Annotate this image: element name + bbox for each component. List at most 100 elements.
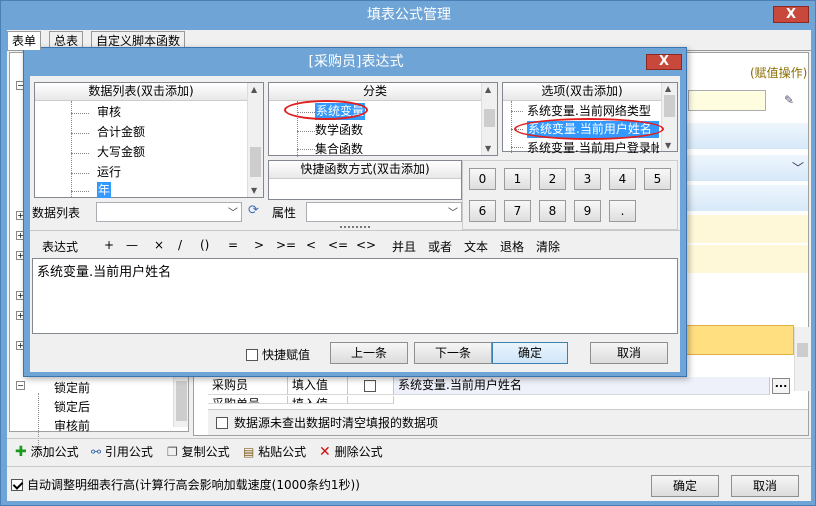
data-list-scrollbar[interactable]: ▲ ▼ xyxy=(247,83,263,197)
op-multiply[interactable]: × xyxy=(154,238,164,252)
numpad-7[interactable]: 7 xyxy=(504,200,531,222)
numpad-3[interactable]: 3 xyxy=(574,168,601,190)
grid-ellipsis-button[interactable]: ... xyxy=(772,378,790,394)
expression-textarea[interactable]: 系统变量.当前用户姓名 xyxy=(32,258,678,334)
grid-value-cell[interactable]: 系统变量.当前用户姓名 xyxy=(394,377,770,395)
grid-name-cell[interactable]: 采购单号 xyxy=(208,396,288,404)
tree-expander[interactable]: − xyxy=(16,381,25,390)
clear-option-checkbox[interactable] xyxy=(216,416,228,429)
main-cancel-button[interactable]: 取消 xyxy=(731,475,799,497)
op-less[interactable]: < xyxy=(306,238,316,252)
expression-label: 表达式 xyxy=(42,240,79,254)
window-title: 填表公式管理 xyxy=(367,7,451,23)
copy-icon: ❐ xyxy=(167,445,178,459)
next-button[interactable]: 下一条 xyxy=(414,342,492,364)
options-scrollbar[interactable]: ▲ ▼ xyxy=(661,83,677,151)
numpad-dot[interactable]: . xyxy=(609,200,636,222)
data-list-item[interactable]: 运行 xyxy=(97,163,121,181)
op-parens[interactable]: () xyxy=(200,238,209,252)
options-header: 选项(双击添加) xyxy=(503,83,661,101)
numpad-5[interactable]: 5 xyxy=(644,168,671,190)
ref-formula-button[interactable]: ⚯ 引用公式 xyxy=(91,443,153,460)
quick-assign-checkbox[interactable] xyxy=(246,348,258,361)
grid-type-cell[interactable]: 填入值 xyxy=(288,377,348,395)
window-close-button[interactable]: X xyxy=(773,6,809,23)
category-box: 分类 系统变量 数学函数 集合函数 ▲ ▼ xyxy=(268,82,498,158)
shortcut-box: 快捷函数方式(双击添加) xyxy=(268,160,462,200)
quick-assign-label: 快捷赋值 xyxy=(262,348,311,362)
op-greater[interactable]: > xyxy=(254,238,264,252)
delete-icon: ✕ xyxy=(319,444,331,460)
numpad-8[interactable]: 8 xyxy=(539,200,566,222)
paste-formula-button[interactable]: ▤ 粘贴公式 xyxy=(243,443,306,460)
op-minus[interactable]: — xyxy=(126,238,138,252)
dialog-title: [采购员]表达式 xyxy=(308,54,404,70)
property-combo[interactable] xyxy=(306,202,462,222)
data-list-combo[interactable] xyxy=(96,202,242,222)
category-highlight-ellipse xyxy=(284,100,368,120)
op-divide[interactable]: / xyxy=(178,238,182,252)
op-plus[interactable]: + xyxy=(104,238,114,252)
tab-form[interactable]: 表单 xyxy=(7,31,42,50)
option-item[interactable]: 系统变量.当前用户登录帐 xyxy=(527,139,659,157)
numpad-6[interactable]: 6 xyxy=(469,200,496,222)
clear-option-label: 数据源未查出数据时清空填报的数据项 xyxy=(234,416,439,430)
op-text[interactable]: 文本 xyxy=(464,238,488,255)
copy-formula-button[interactable]: ❐ 复制公式 xyxy=(167,443,230,460)
prev-button[interactable]: 上一条 xyxy=(330,342,408,364)
dialog-cancel-button[interactable]: 取消 xyxy=(590,342,668,364)
category-scrollbar[interactable]: ▲ ▼ xyxy=(481,83,497,155)
data-list-header: 数据列表(双击添加) xyxy=(35,83,247,101)
data-list-item[interactable]: 审核 xyxy=(97,103,121,121)
dialog-close-button[interactable]: X xyxy=(646,54,682,70)
auto-adjust-label: 自动调整明细表行高(计算行高会影响加载速度(1000条约1秒)) xyxy=(27,478,360,492)
assign-op-label: (赋值操作) xyxy=(750,66,808,80)
expression-dialog: [采购员]表达式 X 数据列表(双击添加) 审核 合计金额 大写金额 运行 年 … xyxy=(23,47,687,377)
assign-input[interactable] xyxy=(688,90,766,111)
dialog-ok-button[interactable]: 确定 xyxy=(492,342,568,364)
plus-icon: ✚ xyxy=(15,444,27,460)
search-icon[interactable]: ⟳ xyxy=(248,203,259,218)
grid-check-cell[interactable] xyxy=(348,377,394,395)
tree-item[interactable]: 锁定前 xyxy=(54,379,90,397)
link-icon: ⚯ xyxy=(91,445,102,459)
numpad-9[interactable]: 9 xyxy=(574,200,601,222)
options-box: 选项(双击添加) 系统变量.当前网络类型 系统变量.当前用户姓名 系统变量.当前… xyxy=(502,82,678,155)
data-list-label: 数据列表 xyxy=(32,206,81,220)
op-not-equal[interactable]: <> xyxy=(356,238,376,252)
op-less-equal[interactable]: <= xyxy=(328,238,348,252)
numpad-4[interactable]: 4 xyxy=(609,168,636,190)
main-ok-button[interactable]: 确定 xyxy=(651,475,719,497)
data-list-item[interactable]: 合计金额 xyxy=(97,123,145,141)
grid-type-cell[interactable]: 填入值 xyxy=(288,396,348,404)
op-equal[interactable]: = xyxy=(228,238,238,252)
category-item[interactable]: 集合函数 xyxy=(315,140,363,158)
paste-icon: ▤ xyxy=(243,445,255,459)
add-formula-button[interactable]: ✚ 添加公式 xyxy=(15,443,79,460)
data-list-item[interactable]: 年 xyxy=(97,182,112,198)
data-list-item[interactable]: 大写金额 xyxy=(97,143,145,161)
expression-text: 系统变量.当前用户姓名 xyxy=(37,265,172,280)
chevron-down-icon[interactable]: ﹀ xyxy=(792,159,804,176)
numpad-1[interactable]: 1 xyxy=(504,168,531,190)
shortcut-header: 快捷函数方式(双击添加) xyxy=(269,161,461,179)
wand-icon[interactable]: ✎ xyxy=(784,93,794,107)
option-highlight-ellipse xyxy=(514,118,664,140)
tree-item[interactable]: 审核前 xyxy=(54,417,90,435)
category-header: 分类 xyxy=(269,83,481,101)
grid-name-cell[interactable]: 采购员 xyxy=(208,377,288,395)
op-and[interactable]: 并且 xyxy=(392,238,416,255)
delete-formula-button[interactable]: ✕ 删除公式 xyxy=(319,443,383,460)
auto-adjust-checkbox[interactable] xyxy=(11,478,23,491)
data-list-box: 数据列表(双击添加) 审核 合计金额 大写金额 运行 年 ▲ ▼ xyxy=(34,82,264,198)
numpad-2[interactable]: 2 xyxy=(539,168,566,190)
op-clear[interactable]: 清除 xyxy=(536,238,560,255)
splitter-handle[interactable] xyxy=(340,226,370,229)
numpad-0[interactable]: 0 xyxy=(469,168,496,190)
op-or[interactable]: 或者 xyxy=(428,238,452,255)
op-backspace[interactable]: 退格 xyxy=(500,238,524,255)
tree-item[interactable]: 锁定后 xyxy=(54,398,90,416)
op-greater-equal[interactable]: >= xyxy=(276,238,296,252)
category-item[interactable]: 数学函数 xyxy=(315,121,363,139)
property-label: 属性 xyxy=(272,206,297,220)
